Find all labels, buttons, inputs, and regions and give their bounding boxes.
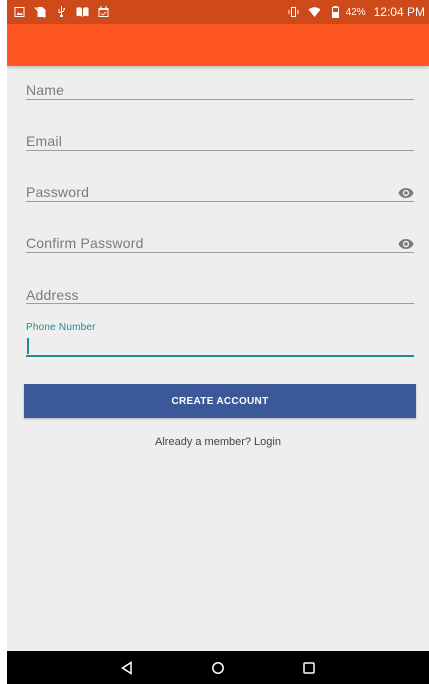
- confirm-password-field[interactable]: Confirm Password: [26, 233, 414, 255]
- status-left-icons: [13, 6, 110, 18]
- status-bar: 42% 12:04 PM: [7, 0, 429, 24]
- app-bar: [7, 24, 429, 66]
- confirm-password-field-label: Confirm Password: [26, 235, 144, 251]
- phone-number-field[interactable]: Phone Number: [26, 320, 414, 358]
- book-icon: [76, 6, 89, 18]
- name-field-label: Name: [26, 82, 65, 98]
- name-field-underline: [26, 99, 414, 100]
- address-field-label: Address: [26, 287, 79, 303]
- recents-icon[interactable]: [301, 660, 317, 676]
- address-field[interactable]: Address: [26, 285, 414, 307]
- password-field[interactable]: Password: [26, 182, 414, 204]
- vibrate-icon: [287, 6, 300, 18]
- screen: 42% 12:04 PM Name Email Password Confirm…: [7, 0, 429, 684]
- phone-number-field-label: Phone Number: [26, 322, 96, 333]
- confirm-password-field-underline: [26, 252, 414, 253]
- battery-icon: [329, 6, 342, 18]
- login-link[interactable]: Already a member? Login: [7, 436, 429, 448]
- create-account-button[interactable]: CREATE ACCOUNT: [24, 384, 416, 418]
- calendar-icon: [97, 6, 110, 18]
- usb-icon: [55, 6, 68, 18]
- email-field[interactable]: Email: [26, 131, 414, 153]
- email-field-underline: [26, 150, 414, 151]
- navigation-bar: [7, 651, 429, 684]
- confirm-password-visibility-eye-icon[interactable]: [398, 237, 414, 249]
- status-clock: 12:04 PM: [373, 5, 425, 19]
- gallery-icon: [13, 6, 26, 18]
- home-icon[interactable]: [210, 660, 226, 676]
- back-icon[interactable]: [119, 660, 135, 676]
- name-field[interactable]: Name: [26, 80, 414, 102]
- password-visibility-eye-icon[interactable]: [398, 186, 414, 198]
- status-right-icons: 42% 12:04 PM: [287, 5, 425, 19]
- email-field-label: Email: [26, 133, 63, 149]
- password-field-underline: [26, 201, 414, 202]
- text-cursor: [27, 338, 29, 354]
- password-field-label: Password: [26, 184, 90, 200]
- wifi-icon: [308, 6, 321, 18]
- no-sim-icon: [34, 6, 47, 18]
- battery-percent: 42%: [345, 6, 366, 18]
- phone-number-field-underline: [26, 355, 414, 357]
- address-field-underline: [26, 303, 414, 304]
